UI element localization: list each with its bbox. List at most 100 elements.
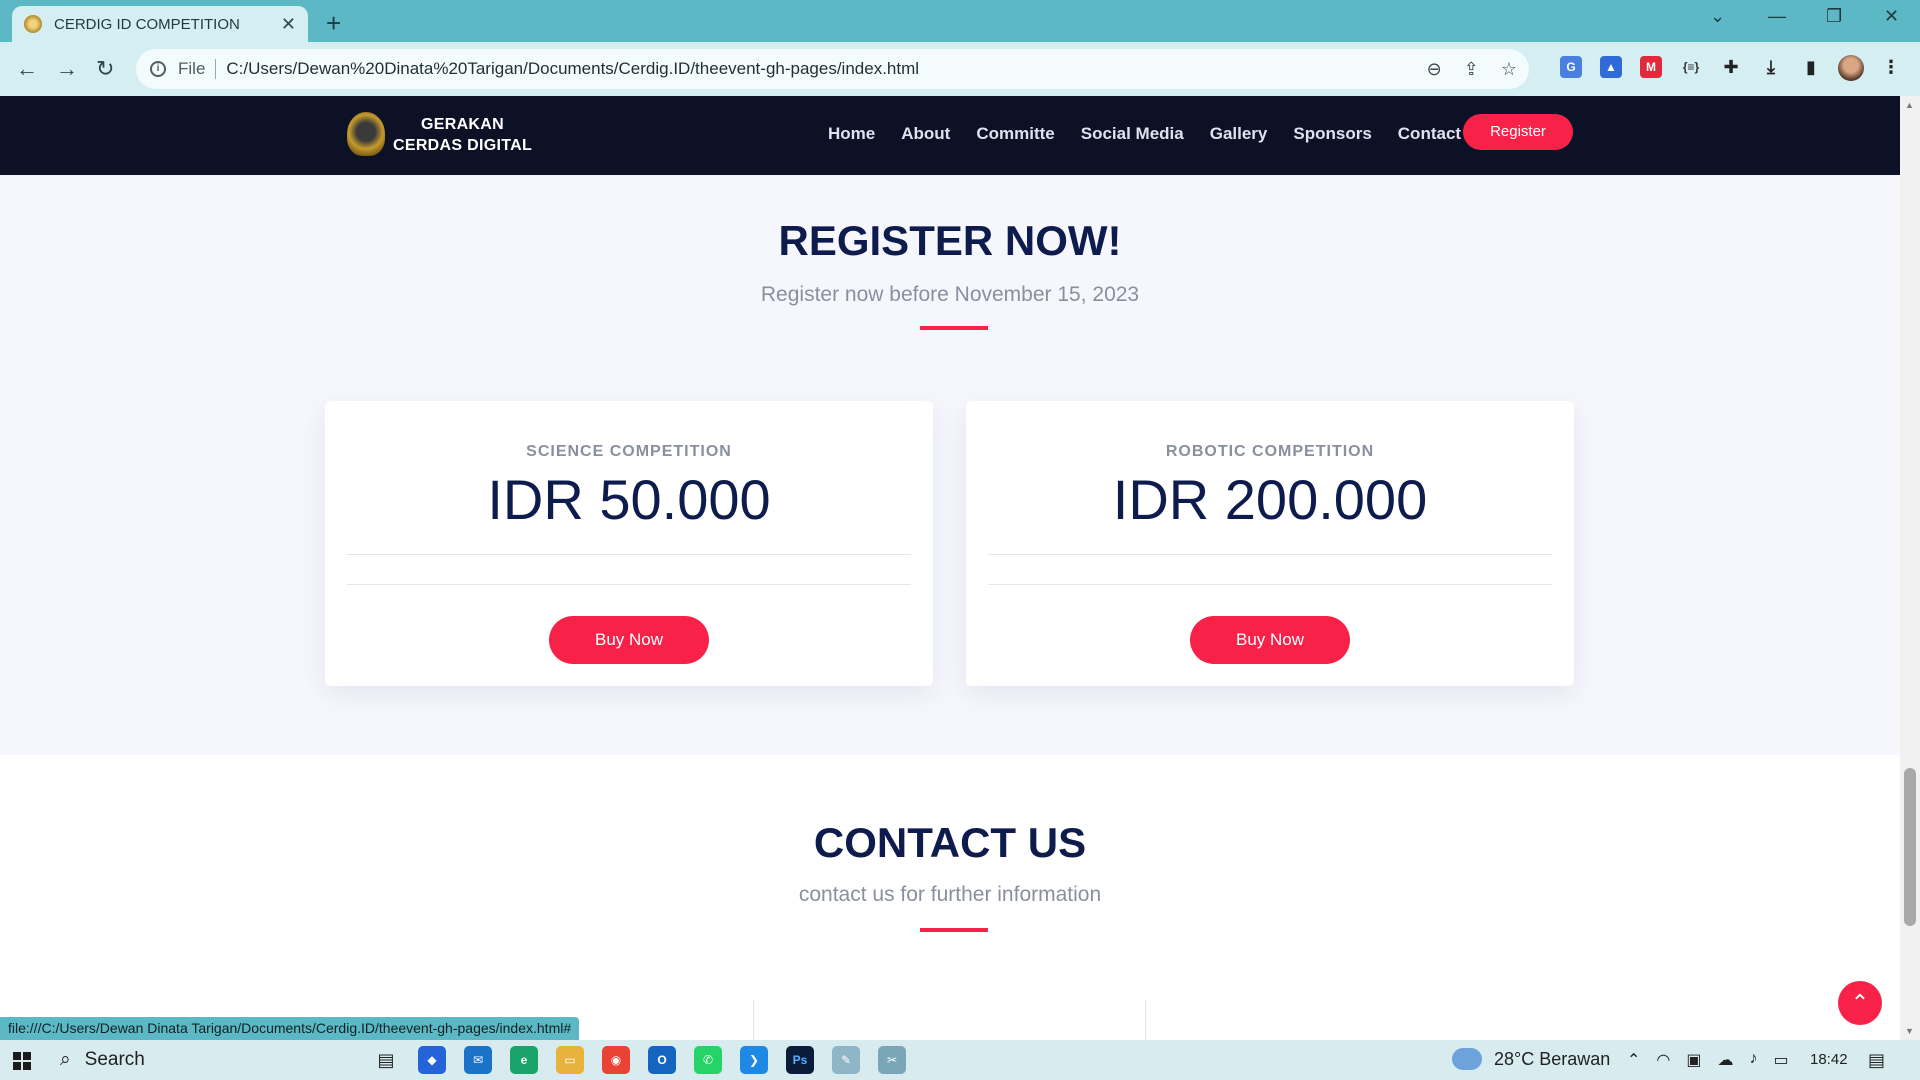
vscode-icon[interactable]: ❯ — [740, 1046, 768, 1074]
notification-icon[interactable]: ▤ — [1868, 1050, 1885, 1071]
edge-icon[interactable]: e — [510, 1046, 538, 1074]
translate-extension-icon[interactable]: G — [1560, 56, 1582, 78]
restore-icon[interactable]: ❐ — [1826, 6, 1842, 27]
url-text[interactable]: C:/Users/Dewan%20Dinata%20Tarigan/Docume… — [226, 59, 919, 79]
page-scrollbar[interactable]: ▲ ▼ — [1900, 96, 1920, 1040]
logo-emblem-icon[interactable] — [347, 112, 385, 156]
scrollbar-thumb[interactable] — [1904, 768, 1916, 926]
bookmark-star-icon[interactable]: ☆ — [1501, 59, 1517, 80]
back-to-top-button[interactable]: ⌃ — [1838, 981, 1882, 1025]
main-nav: Home About Committe Social Media Gallery… — [828, 124, 1487, 144]
nav-committe[interactable]: Committe — [976, 124, 1054, 144]
puzzle-extensions-icon[interactable]: ✚ — [1720, 56, 1742, 78]
tab-title: CERDIG ID COMPETITION — [54, 15, 240, 33]
mendeley-extension-icon[interactable]: M — [1640, 56, 1662, 78]
browser-tab-bar: CERDIG ID COMPETITION ✕ + ⌄ — ❐ ✕ — [0, 0, 1920, 42]
site-info-icon[interactable]: i — [150, 61, 166, 77]
register-section: REGISTER NOW! Register now before Novemb… — [0, 175, 1900, 755]
close-window-icon[interactable]: ✕ — [1884, 6, 1899, 27]
wifi-icon[interactable]: ◠ — [1656, 1050, 1670, 1070]
nav-gallery[interactable]: Gallery — [1210, 124, 1268, 144]
card-price: IDR 50.000 — [487, 468, 771, 531]
taskbar-search-label: Search — [84, 1049, 145, 1070]
buy-now-button[interactable]: Buy Now — [549, 616, 709, 664]
zoom-icon[interactable]: ⊖ — [1427, 59, 1442, 80]
tab-search-chevron-icon[interactable]: ⌄ — [1710, 6, 1725, 27]
snipping-tool-icon[interactable]: ✂ — [878, 1046, 906, 1074]
register-button[interactable]: Register — [1463, 114, 1573, 150]
reload-icon[interactable]: ↻ — [96, 56, 114, 82]
contact-section: CONTACT US contact us for further inform… — [0, 755, 1900, 1040]
share-icon[interactable]: ⇪ — [1464, 59, 1479, 80]
contact-subtitle: contact us for further information — [798, 883, 1102, 906]
pricing-card-science: SCIENCE COMPETITION IDR 50.000 Buy Now — [325, 401, 933, 686]
whatsapp-icon[interactable]: ✆ — [694, 1046, 722, 1074]
nav-sponsors[interactable]: Sponsors — [1293, 124, 1371, 144]
profile-avatar[interactable] — [1838, 55, 1864, 81]
chrome-icon[interactable]: ◉ — [602, 1046, 630, 1074]
side-panel-icon[interactable]: ▮ — [1800, 56, 1822, 78]
weather-text: 28°C Berawan — [1494, 1048, 1611, 1069]
scroll-up-icon[interactable]: ▲ — [1905, 100, 1914, 110]
nav-about[interactable]: About — [901, 124, 950, 144]
nav-social-media[interactable]: Social Media — [1081, 124, 1184, 144]
pricing-card-robotic: ROBOTIC COMPETITION IDR 200.000 Buy Now — [966, 401, 1574, 686]
taskbar-clock[interactable]: 18:42 — [1810, 1051, 1848, 1068]
notes-app-icon[interactable]: ✎ — [832, 1046, 860, 1074]
task-view-icon[interactable]: ▤ — [372, 1046, 400, 1074]
outlook-icon[interactable]: O — [648, 1046, 676, 1074]
site-logo[interactable]: GERAKAN CERDAS DIGITAL — [393, 114, 532, 156]
section-divider — [920, 326, 988, 330]
dropbox-icon[interactable]: ◆ — [418, 1046, 446, 1074]
more-menu-icon[interactable]: ⋮ — [1880, 56, 1902, 78]
column-divider — [1145, 1000, 1146, 1040]
logo-line-1: GERAKAN — [421, 116, 504, 133]
photoshop-icon[interactable]: Ps — [786, 1046, 814, 1074]
nav-contact[interactable]: Contact — [1398, 124, 1461, 144]
address-bar[interactable]: i File C:/Users/Dewan%20Dinata%20Tarigan… — [136, 49, 1529, 89]
contact-title: CONTACT US — [813, 819, 1087, 866]
close-tab-icon[interactable]: ✕ — [281, 14, 296, 35]
windows-taskbar: ⌕ Search ▤ ◆ ✉ e ▭ ◉ O ✆ ❯ Ps ✎ ✂ 28°C B… — [0, 1040, 1920, 1080]
meet-icon[interactable]: ▣ — [1686, 1050, 1701, 1070]
graduation-extension-icon[interactable]: ▲ — [1600, 56, 1622, 78]
download-icon[interactable]: ⤓ — [1760, 56, 1782, 78]
section-divider — [920, 928, 988, 932]
site-header: GERAKAN CERDAS DIGITAL Home About Commit… — [0, 96, 1900, 175]
volume-icon[interactable]: ♪ — [1750, 1050, 1758, 1070]
scroll-down-icon[interactable]: ▼ — [1905, 1026, 1914, 1036]
card-divider — [347, 554, 911, 555]
new-tab-button[interactable]: + — [326, 8, 341, 39]
site-favicon-icon — [24, 15, 42, 33]
card-price: IDR 200.000 — [1112, 468, 1428, 531]
file-explorer-icon[interactable]: ▭ — [556, 1046, 584, 1074]
weather-widget[interactable]: 28°C Berawan — [1452, 1040, 1611, 1070]
battery-icon[interactable]: ▭ — [1774, 1050, 1789, 1070]
back-icon[interactable]: ← — [16, 56, 38, 82]
taskbar-search[interactable]: ⌕ Search — [60, 1040, 360, 1080]
browser-toolbar: ← → ↻ i File C:/Users/Dewan%20Dinata%20T… — [0, 42, 1920, 96]
tray-chevron-icon[interactable]: ⌃ — [1627, 1050, 1640, 1070]
minimize-icon[interactable]: — — [1768, 6, 1786, 27]
weather-cloud-icon — [1452, 1040, 1482, 1070]
register-subtitle: Register now before November 15, 2023 — [760, 283, 1140, 306]
card-category: ROBOTIC COMPETITION — [1165, 443, 1375, 460]
forward-icon[interactable]: → — [56, 56, 78, 82]
mail-icon[interactable]: ✉ — [464, 1046, 492, 1074]
link-status-bar: file:///C:/Users/Dewan Dinata Tarigan/Do… — [0, 1017, 580, 1040]
onedrive-icon[interactable]: ☁ — [1718, 1050, 1734, 1070]
search-icon: ⌕ — [60, 1049, 71, 1070]
card-divider — [347, 584, 911, 585]
buy-now-button[interactable]: Buy Now — [1190, 616, 1350, 664]
windows-start-icon[interactable] — [13, 1052, 31, 1070]
nav-home[interactable]: Home — [828, 124, 875, 144]
taskbar-apps: ▤ ◆ ✉ e ▭ ◉ O ✆ ❯ Ps ✎ ✂ — [372, 1046, 906, 1074]
card-category: SCIENCE COMPETITION — [526, 443, 732, 460]
system-tray: ⌃ ◠ ▣ ☁ ♪ ▭ — [1627, 1050, 1789, 1070]
column-divider — [753, 1000, 754, 1040]
register-title: REGISTER NOW! — [778, 217, 1122, 264]
card-divider — [988, 584, 1552, 585]
card-divider — [988, 554, 1552, 555]
json-extension-icon[interactable]: {≡} — [1680, 56, 1702, 78]
browser-tab[interactable]: CERDIG ID COMPETITION ✕ — [12, 6, 308, 42]
